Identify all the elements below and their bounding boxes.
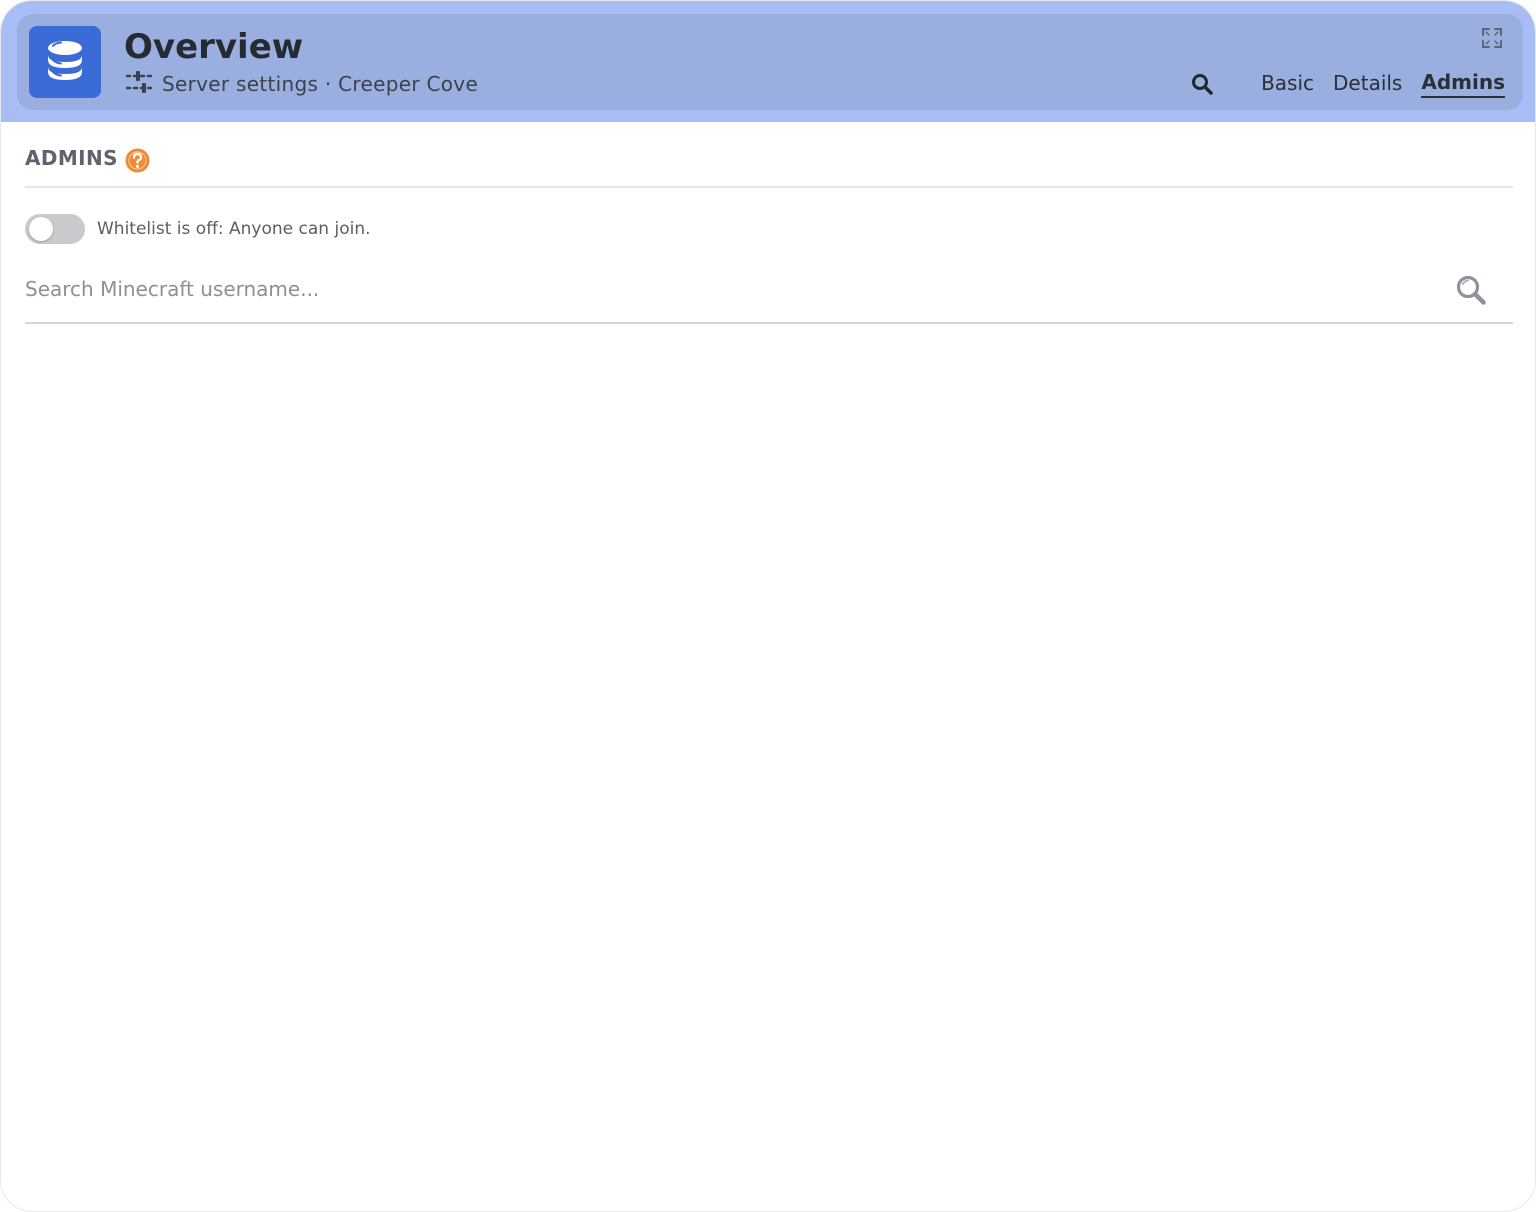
help-icon[interactable] [125,148,150,173]
search-icon[interactable] [1455,274,1487,306]
expand-icon[interactable] [1480,26,1504,50]
toggle-knob [29,216,53,241]
tab-admins[interactable]: Admins [1421,70,1505,98]
section-title: ADMINS [25,146,118,170]
whitelist-label: Whitelist is off: Anyone can join. [97,218,371,239]
breadcrumb: Server settings · Creeper Cove [125,70,479,98]
database-icon [29,26,101,98]
tab-basic[interactable]: Basic [1261,71,1314,97]
search-icon[interactable] [1190,72,1214,96]
username-search [25,262,1513,324]
header-nav: Basic Details Admins [1190,68,1505,100]
whitelist-row: Whitelist is off: Anyone can join. [25,213,371,244]
whitelist-toggle[interactable] [25,213,85,244]
sliders-icon [125,70,153,98]
header-band: Overview Server settings · Creeper Cove [1,1,1535,122]
header-card: Overview Server settings · Creeper Cove [17,14,1523,110]
page-title: Overview [124,27,304,67]
subtitle-text: Server settings · Creeper Cove [162,72,479,96]
username-search-input[interactable] [25,272,1425,306]
app-window: Overview Server settings · Creeper Cove [0,0,1536,1212]
section-header: ADMINS [25,122,1513,188]
tab-details[interactable]: Details [1333,71,1402,97]
